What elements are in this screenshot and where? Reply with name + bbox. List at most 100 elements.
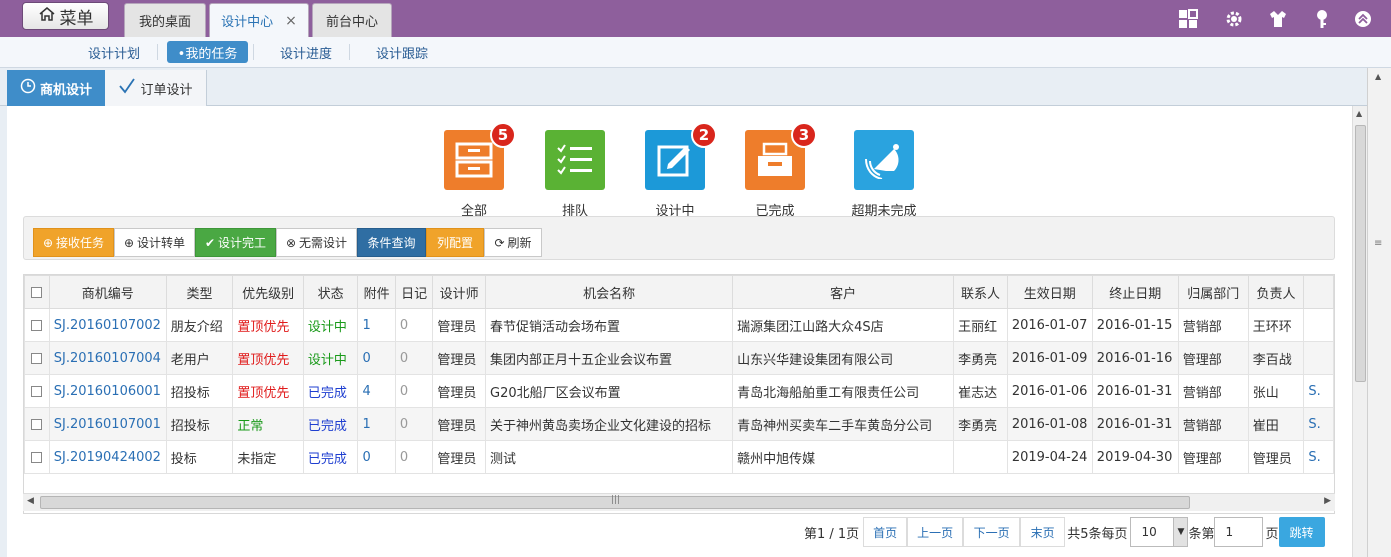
refresh-icon: ⟳ <box>494 235 505 250</box>
tab-label: 订单设计 <box>140 82 193 98</box>
arrow-right-icon[interactable]: ▶ <box>1324 496 1331 506</box>
first-page-button[interactable]: 首页 <box>863 517 908 547</box>
shirt-icon[interactable] <box>1268 9 1288 29</box>
select-all-checkbox[interactable] <box>24 275 50 309</box>
action-toolbar: ⊕ 接收任务 ⊕ 设计转单 ✔ 设计完工 ⊗ 无需设计 条件查询 列配置 ⟳ 刷新 <box>23 216 1335 260</box>
column-header[interactable]: 商机编号 <box>48 275 167 309</box>
scrollbar-thumb[interactable]: ||| <box>40 495 1190 509</box>
subnav-my-tasks[interactable]: •我的任务 <box>167 41 248 63</box>
arrow-up-icon[interactable]: ▲ <box>1375 72 1381 81</box>
row-checkbox[interactable] <box>24 407 50 441</box>
key-icon[interactable] <box>1312 9 1332 29</box>
column-header[interactable]: 状态 <box>302 275 359 309</box>
column-header[interactable]: 联系人 <box>953 275 1008 309</box>
column-header[interactable]: 设计师 <box>432 275 487 309</box>
row-designer: 管理员 <box>432 374 487 408</box>
next-page-button[interactable]: 下一页 <box>963 517 1021 547</box>
grid-icon[interactable] <box>1178 9 1198 29</box>
row-start-date: 2016-01-09 <box>1006 341 1093 375</box>
checkbox[interactable] <box>31 352 43 364</box>
row-attachments[interactable]: 1 <box>357 308 396 342</box>
column-header[interactable]: 归属部门 <box>1177 275 1249 309</box>
subnav-design-plan[interactable]: 设计计划 <box>76 41 152 63</box>
gear-icon[interactable] <box>1224 9 1244 29</box>
prev-page-button[interactable]: 上一页 <box>907 517 964 547</box>
column-header[interactable]: 优先级别 <box>232 275 304 309</box>
tab-front-center[interactable]: 前台中心 <box>312 3 392 37</box>
column-header[interactable]: 机会名称 <box>485 275 734 309</box>
checkbox[interactable] <box>31 385 43 397</box>
outer-scrollbar[interactable]: ▲ ≡ <box>1367 68 1391 557</box>
row-checkbox[interactable] <box>24 341 50 375</box>
column-header[interactable]: 生效日期 <box>1006 275 1093 309</box>
table-row[interactable]: SJ.20160106001 招投标 置顶优先 已完成 4 0 管理员 G20北船厂区会议布置… <box>24 374 1334 408</box>
table-row[interactable]: SJ.20160107004 老用户 置顶优先 设计中 0 0 管理员 集团内部正月十五企业会… <box>24 341 1334 375</box>
scrollbar-thumb[interactable] <box>1355 125 1366 382</box>
row-extra[interactable]: S. <box>1303 407 1334 441</box>
check-icon <box>118 77 136 99</box>
button-label: 条件查询 <box>367 236 416 250</box>
row-extra[interactable]: S. <box>1303 374 1334 408</box>
complete-design-button[interactable]: ✔ 设计完工 <box>195 228 276 257</box>
row-attachments[interactable]: 0 <box>357 440 396 474</box>
row-id-link[interactable]: SJ.20160106001 <box>48 374 167 408</box>
column-header[interactable]: 客户 <box>732 275 955 309</box>
clock-icon <box>20 78 36 98</box>
subnav-design-progress[interactable]: 设计进度 <box>267 41 345 63</box>
table-row[interactable]: SJ.20160107002 朋友介绍 置顶优先 设计中 1 0 管理员 春节促销活动会场布置… <box>24 308 1334 342</box>
stat-queue[interactable]: 排队 <box>525 130 625 219</box>
column-header[interactable]: 终止日期 <box>1091 275 1179 309</box>
column-header[interactable]: 类型 <box>165 275 234 309</box>
row-id-link[interactable]: SJ.20190424002 <box>48 440 167 474</box>
last-page-button[interactable]: 末页 <box>1020 517 1066 547</box>
close-icon[interactable]: × <box>285 13 297 29</box>
row-checkbox[interactable] <box>24 308 50 342</box>
stat-completed[interactable]: 3 已完成 <box>725 122 825 219</box>
stat-overdue[interactable]: 超期未完成 <box>834 130 934 219</box>
checkbox[interactable] <box>31 418 43 430</box>
page-size-select[interactable]: 10 ▼ <box>1130 517 1189 547</box>
stat-in-design[interactable]: 2 设计中 <box>625 122 725 219</box>
row-id-link[interactable]: SJ.20160107002 <box>48 308 167 342</box>
subnav-design-tracking[interactable]: 设计跟踪 <box>363 41 441 63</box>
column-header[interactable]: 负责人 <box>1247 275 1305 309</box>
button-label: 接收任务 <box>56 236 105 250</box>
row-attachments[interactable]: 0 <box>357 341 396 375</box>
tab-my-desktop[interactable]: 我的桌面 <box>124 3 206 37</box>
query-button[interactable]: 条件查询 <box>357 228 426 257</box>
row-extra[interactable] <box>1303 341 1334 375</box>
row-attachments[interactable]: 4 <box>357 374 396 408</box>
receive-task-button[interactable]: ⊕ 接收任务 <box>33 228 114 257</box>
page-number-input[interactable]: 1 <box>1214 517 1264 547</box>
refresh-button[interactable]: ⟳ 刷新 <box>484 228 542 257</box>
menu-button[interactable]: 菜单 <box>22 2 109 30</box>
no-design-button[interactable]: ⊗ 无需设计 <box>276 228 357 257</box>
transfer-button[interactable]: ⊕ 设计转单 <box>114 228 195 257</box>
chevron-up-icon[interactable] <box>1353 9 1373 29</box>
horizontal-scrollbar[interactable]: ◀ ||| ▶ <box>23 493 1335 511</box>
subnav-label: •我的任务 <box>177 46 238 62</box>
tab-order-design[interactable]: 订单设计 <box>105 70 207 106</box>
row-extra[interactable] <box>1303 308 1334 342</box>
tab-business-design[interactable]: 商机设计 <box>7 70 105 106</box>
checkbox[interactable] <box>31 451 43 463</box>
row-attachments[interactable]: 1 <box>357 407 396 441</box>
tab-design-center[interactable]: 设计中心 × <box>209 3 309 37</box>
go-button[interactable]: 跳转 <box>1278 517 1325 547</box>
vertical-scrollbar[interactable]: ▲ <box>1352 106 1367 557</box>
row-checkbox[interactable] <box>24 374 50 408</box>
table-row[interactable]: SJ.20190424002 投标 未指定 已完成 0 0 管理员 测试 赣州中旭传媒 2019-… <box>24 440 1334 474</box>
arrow-up-icon[interactable]: ▲ <box>1356 109 1362 118</box>
column-config-button[interactable]: 列配置 <box>426 228 484 257</box>
row-type: 招投标 <box>165 374 234 408</box>
table-row[interactable]: SJ.20160107001 招投标 正常 已完成 1 0 管理员 关于神州黄岛卖场企业文化建… <box>24 407 1334 441</box>
row-extra[interactable]: S. <box>1303 440 1334 474</box>
row-id-link[interactable]: SJ.20160107001 <box>48 407 167 441</box>
row-id-link[interactable]: SJ.20160107004 <box>48 341 167 375</box>
arrow-left-icon[interactable]: ◀ <box>27 496 34 506</box>
column-header[interactable]: 附件 <box>357 275 396 309</box>
row-checkbox[interactable] <box>24 440 50 474</box>
column-header[interactable]: 日记 <box>394 275 434 309</box>
checkbox[interactable] <box>31 319 43 331</box>
stat-all[interactable]: 5 全部 <box>424 122 524 219</box>
